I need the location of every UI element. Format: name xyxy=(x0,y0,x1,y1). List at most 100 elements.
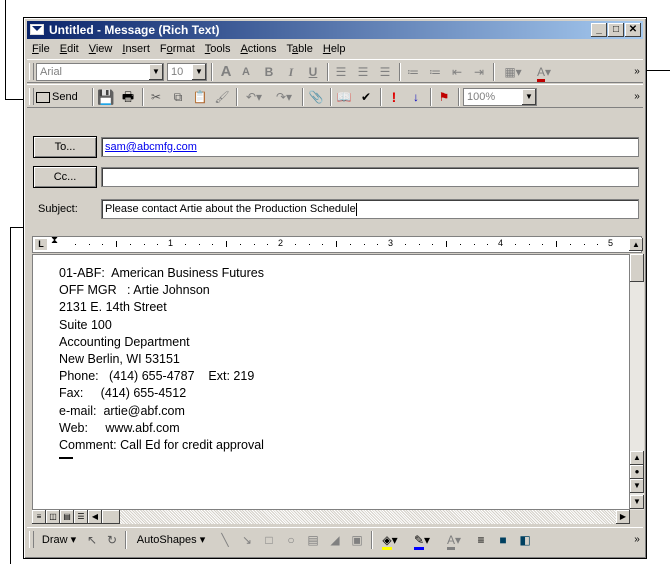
ruler[interactable]: L ⧗ 1 2 3 4 5 ▲ xyxy=(32,236,643,253)
bullets-icon[interactable]: ≔ xyxy=(425,63,445,81)
check-names-icon[interactable]: ✔ xyxy=(356,88,376,106)
print-icon[interactable]: 🖶 xyxy=(118,88,138,106)
save-icon[interactable]: 💾 xyxy=(96,88,116,106)
rectangle-tool-icon[interactable]: □ xyxy=(259,531,279,549)
more-buttons-icon[interactable]: » xyxy=(631,531,643,549)
to-recipient[interactable]: sam@abcmfg.com xyxy=(105,141,197,153)
scroll-left-button[interactable]: ◀ xyxy=(88,510,102,524)
paste-icon[interactable]: 📋 xyxy=(190,88,210,106)
toolbar-grip[interactable] xyxy=(29,531,34,548)
body-line: e-mail: artie@abf.com xyxy=(59,403,185,418)
menu-edit[interactable]: Edit xyxy=(55,40,84,58)
numbering-icon[interactable]: ≔ xyxy=(403,63,423,81)
select-objects-icon[interactable]: ↖ xyxy=(83,531,101,549)
italic-icon[interactable]: I xyxy=(281,63,301,81)
flag-icon[interactable]: ⚑ xyxy=(434,88,454,106)
shadow-icon[interactable]: ■ xyxy=(493,531,513,549)
attach-file-icon[interactable]: 📎 xyxy=(306,88,326,106)
close-button[interactable]: ✕ xyxy=(625,23,641,37)
font-size-combo[interactable]: 10 ▼ xyxy=(167,63,207,81)
increase-indent-icon[interactable]: ⇥ xyxy=(469,63,489,81)
oval-tool-icon[interactable]: ○ xyxy=(281,531,301,549)
tab-selector[interactable]: L xyxy=(35,239,47,250)
textbox-tool-icon[interactable]: ▤ xyxy=(303,531,323,549)
menu-format[interactable]: Format xyxy=(155,40,200,58)
print-view-icon[interactable]: ▤ xyxy=(60,510,74,524)
font-color-icon[interactable]: A▾ xyxy=(529,63,559,82)
line-tool-icon[interactable]: ╲ xyxy=(215,531,235,549)
toolbar-separator xyxy=(430,88,432,106)
grow-font-icon[interactable]: A xyxy=(216,63,236,81)
clipart-icon[interactable]: ▣ xyxy=(347,531,367,549)
line-color-icon[interactable]: ✎▾ xyxy=(407,531,437,550)
select-browse-icon[interactable]: ● xyxy=(630,465,644,479)
maximize-button[interactable]: □ xyxy=(608,23,624,37)
normal-view-icon[interactable]: ≡ xyxy=(32,510,46,524)
font-name-combo[interactable]: Arial ▼ xyxy=(36,63,164,81)
arrow-tool-icon[interactable]: ↘ xyxy=(237,531,257,549)
next-page-icon[interactable]: ▼ xyxy=(630,479,644,493)
scroll-up-button[interactable]: ▲ xyxy=(629,238,643,251)
undo-icon[interactable]: ↶▾ xyxy=(240,88,268,106)
more-buttons-icon[interactable]: » xyxy=(631,63,643,81)
menu-file[interactable]: File xyxy=(27,40,55,58)
cc-button[interactable]: Cc... xyxy=(33,166,97,188)
menu-insert[interactable]: Insert xyxy=(117,40,155,58)
toolbar-separator xyxy=(125,531,127,549)
address-book-icon[interactable]: 📖 xyxy=(334,88,354,106)
chevron-down-icon[interactable]: ▼ xyxy=(149,64,163,80)
cut-icon[interactable]: ✂ xyxy=(146,88,166,106)
prev-page-icon[interactable]: ▲ xyxy=(630,451,644,465)
draw-label: Draw xyxy=(41,534,68,546)
copy-icon[interactable]: ⧉ xyxy=(168,88,188,106)
importance-high-icon[interactable]: ! xyxy=(384,88,404,106)
font-color-draw-icon[interactable]: A▾ xyxy=(439,531,469,550)
align-center-icon[interactable]: ☰ xyxy=(353,63,373,81)
menu-tools[interactable]: Tools xyxy=(200,40,236,58)
autoshapes-menu-button[interactable]: AutoShapes ▾ xyxy=(129,531,213,549)
more-buttons-icon[interactable]: » xyxy=(631,88,643,106)
subject-field[interactable]: Please contact Artie about the Productio… xyxy=(101,199,639,219)
wordart-icon[interactable]: ◢ xyxy=(325,531,345,549)
free-rotate-icon[interactable]: ↻ xyxy=(103,531,121,549)
menu-actions[interactable]: Actions xyxy=(235,40,281,58)
line-style-icon[interactable]: ≡ xyxy=(471,531,491,549)
scroll-down-button[interactable]: ▼ xyxy=(630,495,644,509)
draw-menu-button[interactable]: Draw ▾ xyxy=(37,531,81,549)
redo-icon[interactable]: ↷▾ xyxy=(270,88,298,106)
web-view-icon[interactable]: ◫ xyxy=(46,510,60,524)
align-right-icon[interactable]: ☰ xyxy=(375,63,395,81)
hscroll-thumb[interactable] xyxy=(102,510,120,524)
3d-icon[interactable]: ◧ xyxy=(515,531,535,549)
align-left-icon[interactable]: ☰ xyxy=(331,63,351,81)
scroll-right-button[interactable]: ▶ xyxy=(616,510,630,524)
menu-help[interactable]: Help xyxy=(318,40,351,58)
toolbar-grip[interactable] xyxy=(29,63,34,80)
zoom-combo[interactable]: 100% ▼ xyxy=(463,88,537,106)
outline-view-icon[interactable]: ☰ xyxy=(74,510,88,524)
vertical-scrollbar[interactable]: ▲ ● ▼ ▼ xyxy=(630,254,644,510)
menu-view[interactable]: View xyxy=(84,40,118,58)
menu-table[interactable]: Table xyxy=(282,40,318,58)
minimize-button[interactable]: _ xyxy=(591,23,607,37)
horizontal-scrollbar[interactable]: ≡ ◫ ▤ ☰ ◀ ▶ xyxy=(32,510,630,524)
title-bar[interactable]: Untitled - Message (Rich Text) _ □ ✕ xyxy=(27,21,643,39)
underline-icon[interactable]: U xyxy=(303,63,323,81)
format-painter-icon[interactable]: 🖌 xyxy=(212,88,232,106)
cc-field[interactable] xyxy=(101,167,639,187)
border-icon[interactable]: ▦▾ xyxy=(499,63,527,81)
toolbar-grip[interactable] xyxy=(29,88,34,105)
shrink-font-icon[interactable]: A xyxy=(237,63,255,81)
bold-icon[interactable]: B xyxy=(259,63,279,81)
chevron-down-icon[interactable]: ▼ xyxy=(522,89,536,105)
decrease-indent-icon[interactable]: ⇤ xyxy=(447,63,467,81)
fill-color-icon[interactable]: ◈▾ xyxy=(375,531,405,550)
scroll-thumb[interactable] xyxy=(630,254,644,282)
importance-low-icon[interactable]: ↓ xyxy=(406,88,426,106)
to-field[interactable]: sam@abcmfg.com xyxy=(101,137,639,157)
message-body[interactable]: 01-ABF: American Business Futures OFF MGR… xyxy=(32,254,630,510)
chevron-down-icon[interactable]: ▼ xyxy=(192,64,206,80)
send-button[interactable]: Send xyxy=(36,88,88,106)
to-button[interactable]: To... xyxy=(33,136,97,158)
indent-marker-icon[interactable]: ⧗ xyxy=(51,236,58,246)
